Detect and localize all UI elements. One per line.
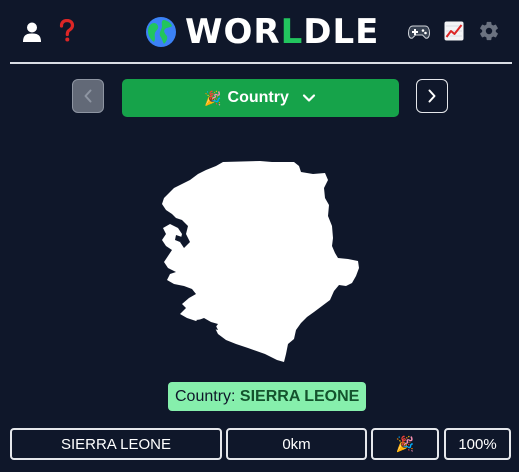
chevron-left-icon — [84, 89, 92, 103]
country-silhouette — [160, 158, 362, 364]
guess-direction-icon: 🎉 — [371, 428, 439, 460]
previous-button[interactable] — [72, 79, 104, 113]
next-button[interactable] — [416, 79, 448, 113]
gear-icon[interactable] — [477, 19, 501, 43]
title-prefix: WOR — [185, 12, 281, 52]
answer-prefix: Country: — [175, 387, 236, 405]
game-mode-label: Country — [227, 89, 289, 106]
guess-proximity: 100% — [444, 428, 511, 460]
chevron-right-icon — [428, 89, 436, 103]
question-icon[interactable] — [56, 18, 78, 44]
chart-icon[interactable] — [443, 20, 465, 42]
chevron-down-icon — [302, 94, 315, 102]
game-nav: 🎉 Country — [0, 79, 519, 117]
header-divider — [10, 62, 512, 64]
guess-row: SIERRA LEONE 0km 🎉 100% — [0, 428, 519, 460]
header: WORLDLE — [0, 0, 519, 62]
guess-distance: 0km — [226, 428, 367, 460]
answer-country: SIERRA LEONE — [239, 387, 360, 405]
answer-banner: Country: SIERRA LEONE — [168, 382, 367, 411]
gamepad-icon[interactable] — [407, 22, 431, 42]
app-title: WORLDLE — [145, 12, 379, 52]
guess-country-name: SIERRA LEONE — [10, 428, 222, 460]
title-highlight: L — [280, 12, 304, 52]
party-popper-icon: 🎉 — [204, 89, 222, 106]
title-suffix: DLE — [303, 12, 380, 52]
globe-icon — [146, 17, 176, 47]
user-icon[interactable] — [22, 20, 42, 44]
game-mode-dropdown[interactable]: 🎉 Country — [122, 79, 399, 117]
